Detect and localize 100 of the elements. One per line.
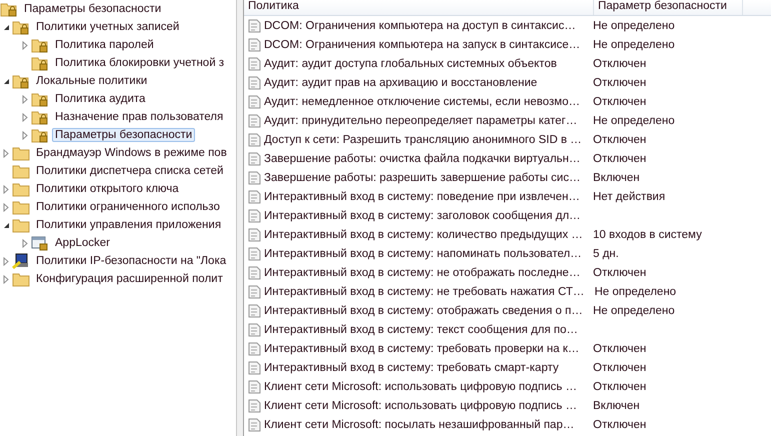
policy-name: Интерактивный вход в систему: не отображать последне… <box>264 266 580 278</box>
tree-item[interactable]: Политика паролей <box>52 38 157 52</box>
tree-item[interactable]: Параметры безопасности <box>52 128 196 142</box>
setting-value: Отключен <box>593 76 646 88</box>
locked-folder-icon <box>0 1 18 17</box>
policy-name: Интерактивный вход в систему: текст сообщения для по… <box>264 324 578 336</box>
tree-item[interactable]: Политики ограниченного использо <box>33 200 223 214</box>
policy-name: Аудит: аудит доступа глобальных системных объектов <box>264 58 557 70</box>
policy-icon <box>248 284 261 298</box>
setting-value: Отключен <box>593 152 646 164</box>
policy-icon <box>248 190 261 204</box>
policy-icon <box>248 380 261 394</box>
policy-icon <box>248 208 261 222</box>
setting-value: Отключен <box>593 362 646 374</box>
tree-item[interactable]: Параметры безопасности <box>21 2 164 16</box>
policy-icon <box>248 114 261 128</box>
tree-item[interactable]: Политики управления приложения <box>33 218 224 232</box>
collapsed-arrow-icon[interactable] <box>3 184 9 194</box>
setting-value: Не определено <box>593 38 675 50</box>
collapsed-arrow-icon[interactable] <box>3 148 9 158</box>
policy-icon <box>248 76 261 90</box>
expanded-arrow-icon[interactable] <box>2 24 10 30</box>
setting-value: Нет действия <box>593 190 666 202</box>
setting-value: Не определено <box>593 304 675 316</box>
policy-name: Интерактивный вход в систему: требовать смарт-карту <box>264 362 559 374</box>
setting-value: Отключен <box>593 96 646 108</box>
column-header[interactable]: Политика <box>244 0 594 15</box>
policy-icon <box>248 132 261 146</box>
setting-value: Отключен <box>593 342 646 354</box>
locked-folder-icon <box>12 19 30 35</box>
policy-name: Клиент сети Microsoft: использовать цифровую подпись … <box>264 400 577 412</box>
locked-folder-icon <box>31 127 49 143</box>
tree-item[interactable]: AppLocker <box>52 236 113 250</box>
collapsed-arrow-icon[interactable] <box>22 112 28 122</box>
setting-value: Отключен <box>593 58 646 70</box>
locked-folder-icon <box>31 55 49 71</box>
policy-icon <box>248 170 261 184</box>
policy-name: DCOM: Ограничения компьютера на запуск в синтаксисе… <box>264 38 580 50</box>
collapsed-arrow-icon[interactable] <box>22 238 28 248</box>
collapsed-arrow-icon[interactable] <box>22 94 28 104</box>
tree-item[interactable]: Политики IP-безопасности на "Лока <box>33 254 230 268</box>
setting-value: Отключен <box>593 134 646 146</box>
folder-icon <box>12 163 30 179</box>
folder-icon <box>12 271 30 287</box>
tree-item[interactable]: Политики диспетчера списка сетей <box>33 164 226 178</box>
policy-icon <box>248 94 261 108</box>
policy-name: Клиент сети Microsoft: использовать цифровую подпись … <box>264 380 577 392</box>
policy-icon <box>248 342 261 356</box>
tree-item[interactable]: Конфигурация расширенной полит <box>33 272 226 286</box>
setting-value: Включен <box>593 400 640 412</box>
collapsed-arrow-icon[interactable] <box>3 256 9 266</box>
policy-icon <box>248 56 261 70</box>
pane-splitter[interactable] <box>236 0 244 436</box>
setting-value: Не определено <box>593 20 675 32</box>
tree-item[interactable]: Политика аудита <box>52 92 148 106</box>
tree-item[interactable]: Политика блокировки учетной з <box>52 56 228 70</box>
locked-window-icon <box>31 235 49 251</box>
column-header[interactable]: Параметр безопасности <box>594 0 743 15</box>
tree-item[interactable]: Политики учетных записей <box>33 20 182 34</box>
setting-value: 10 входов в систему <box>593 228 702 240</box>
collapsed-arrow-icon[interactable] <box>3 274 9 284</box>
policy-name: Доступ к сети: Разрешить трансляцию анонимного SID в … <box>264 134 582 146</box>
policy-name: Аудит: аудит прав на архивацию и восстановление <box>264 76 538 88</box>
policy-name: Интерактивный вход в систему: заголовок сообщения дл… <box>264 210 581 222</box>
policy-name: Аудит: принудительно переопределяет параметры катег… <box>264 114 578 126</box>
folder-icon <box>12 181 30 197</box>
setting-value: 5 дн. <box>593 248 619 260</box>
locked-folder-icon <box>31 91 49 107</box>
setting-value: Отключен <box>593 266 646 278</box>
policy-icon <box>248 18 261 32</box>
tree-item[interactable]: Политики открытого ключа <box>33 182 182 196</box>
policy-icon <box>248 360 261 374</box>
policy-icon <box>248 418 261 432</box>
policy-icon <box>248 246 261 260</box>
policy-icon <box>248 38 261 52</box>
collapsed-arrow-icon[interactable] <box>3 202 9 212</box>
policy-name: Интерактивный вход в систему: не требовать нажатия СТ… <box>264 286 584 298</box>
locked-folder-icon <box>12 73 30 89</box>
locked-folder-icon <box>31 109 49 125</box>
folder-icon <box>12 145 30 161</box>
tree-item[interactable]: Брандмауэр Windows в режиме пов <box>33 146 230 160</box>
policy-name: Клиент сети Microsoft: посылать незашифрованный пар… <box>264 418 574 430</box>
policy-icon <box>248 228 261 242</box>
policy-name: Интерактивный вход в систему: напоминать пользовател… <box>264 248 582 260</box>
policy-name: Аудит: немедленное отключение системы, если невозмо… <box>264 96 580 108</box>
expanded-arrow-icon[interactable] <box>2 78 10 84</box>
setting-value: Не определено <box>594 286 676 298</box>
tree-item[interactable]: Назначение прав пользователя <box>52 110 226 124</box>
policy-icon <box>248 266 261 280</box>
setting-value: Включен <box>593 172 640 184</box>
setting-value: Отключен <box>593 418 646 430</box>
collapsed-arrow-icon[interactable] <box>22 130 28 140</box>
policy-icon <box>248 322 261 336</box>
tree-item[interactable]: Локальные политики <box>33 74 150 88</box>
policy-name: Завершение работы: разрешить завершение работы сис… <box>264 172 580 184</box>
setting-value: Отключен <box>593 380 646 392</box>
policy-name: DCOM: Ограничения компьютера на доступ в синтаксис… <box>264 20 576 32</box>
collapsed-arrow-icon[interactable] <box>22 40 28 50</box>
expanded-arrow-icon[interactable] <box>2 222 10 228</box>
computer-key-icon <box>12 253 30 269</box>
